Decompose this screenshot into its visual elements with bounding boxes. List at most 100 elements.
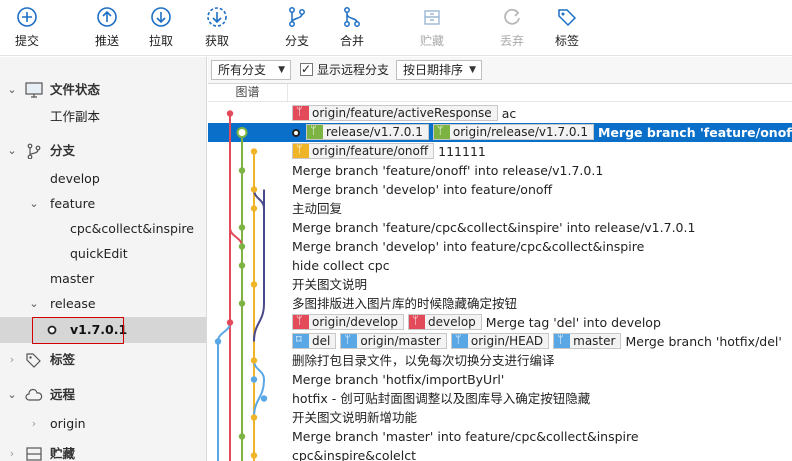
- commit-row[interactable]: hide collect cpc: [292, 256, 792, 275]
- ref-label-text: release/v1.7.0.1: [326, 125, 423, 139]
- ref-label[interactable]: origin/HEAD: [450, 333, 550, 349]
- chevron-down-icon[interactable]: ⌄: [6, 383, 18, 407]
- commit-row[interactable]: Merge branch 'feature/onoff' into releas…: [292, 161, 792, 180]
- sidebar-section-branches[interactable]: ⌄ 分支: [0, 139, 206, 163]
- ref-label[interactable]: origin/feature/activeResponse: [292, 105, 498, 121]
- chevron-down-icon[interactable]: ⌄: [28, 292, 40, 316]
- sidebar-item-develop[interactable]: develop: [0, 167, 206, 191]
- sidebar-section-file-status[interactable]: ⌄ 文件状态: [0, 78, 206, 102]
- branch-button[interactable]: 分支: [271, 6, 323, 52]
- commit-node[interactable]: [250, 376, 258, 383]
- show-remote-branches-checkbox[interactable]: 显示远程分支: [300, 60, 390, 81]
- push-button[interactable]: 推送: [81, 6, 133, 52]
- commit-row[interactable]: origin/feature/activeResponse ac: [292, 104, 792, 123]
- sort-dropdown[interactable]: 按日期排序 ▼: [396, 60, 482, 80]
- commit-button[interactable]: 提交: [1, 6, 53, 52]
- commit-row[interactable]: 多图排版进入图片库的时候隐藏确定按钮: [292, 294, 792, 313]
- sidebar-item-label: develop: [50, 171, 100, 186]
- ref-label-text: master: [573, 334, 616, 348]
- commit-row[interactable]: 开关图文说明新增功能: [292, 408, 792, 427]
- commit-node[interactable]: [260, 395, 268, 402]
- checkbox-checked-icon[interactable]: [300, 60, 313, 78]
- commit-row[interactable]: del origin/master origin/HEAD master Merge b…: [292, 332, 792, 351]
- sidebar-item-cpc-collect-inspire[interactable]: cpc&collect&inspire: [0, 217, 206, 241]
- discard-button[interactable]: 丢弃: [486, 6, 538, 52]
- chevron-down-icon[interactable]: ⌄: [6, 139, 18, 163]
- commit-node[interactable]: [238, 262, 246, 269]
- ref-label[interactable]: origin/master: [340, 333, 447, 349]
- sidebar-item-release[interactable]: ⌄ release: [0, 292, 206, 316]
- ref-label[interactable]: origin/develop: [292, 314, 404, 330]
- sidebar-section-tags[interactable]: › 标签: [0, 348, 206, 372]
- sidebar-section-stashes[interactable]: › 贮藏: [0, 442, 206, 461]
- commit-row[interactable]: Merge branch 'master' into feature/cpc&c…: [292, 427, 792, 446]
- ref-label[interactable]: del: [292, 333, 337, 349]
- sidebar-item-origin[interactable]: › origin: [0, 412, 206, 436]
- commit-row[interactable]: cpc&inspire&colelct: [292, 446, 792, 461]
- sidebar-item-quickedit[interactable]: quickEdit: [0, 242, 206, 266]
- commit-node[interactable]: [250, 281, 258, 288]
- commit-node[interactable]: [238, 243, 246, 250]
- commit-row[interactable]: origin/feature/onoff 111111: [292, 142, 792, 161]
- chevron-down-icon[interactable]: ⌄: [28, 192, 40, 216]
- sidebar-section-remotes[interactable]: ⌄ 远程: [0, 383, 206, 407]
- ref-label[interactable]: origin/release/v1.7.0.1: [432, 124, 594, 140]
- sidebar-label: 文件状态: [50, 82, 101, 97]
- commit-row[interactable]: origin/develop develop Merge tag 'del' int…: [292, 313, 792, 332]
- ref-label-text: del: [312, 334, 331, 348]
- sidebar-item-master[interactable]: master: [0, 267, 206, 291]
- commit-row[interactable]: release/v1.7.0.1 origin/release/v1.7.0.1 M…: [208, 123, 792, 142]
- stash-button[interactable]: 贮藏: [406, 6, 458, 52]
- commit-node[interactable]: [238, 224, 246, 231]
- fetch-label: 获取: [204, 34, 229, 48]
- tag-label: 标签: [554, 34, 579, 48]
- ref-label-text: origin/master: [360, 334, 441, 348]
- sort-value: 按日期排序: [403, 63, 464, 77]
- commit-node[interactable]: [250, 414, 258, 421]
- chevron-right-icon[interactable]: ›: [6, 348, 18, 372]
- ref-label[interactable]: develop: [408, 314, 482, 330]
- ref-label[interactable]: master: [553, 333, 622, 349]
- chevron-right-icon[interactable]: ›: [6, 442, 18, 461]
- sidebar-item-feature[interactable]: ⌄ feature: [0, 192, 206, 216]
- tag-button[interactable]: 标签: [541, 6, 593, 52]
- commit-node[interactable]: [226, 319, 234, 326]
- commit-node[interactable]: [250, 452, 258, 459]
- commit-row[interactable]: hotfix - 创可贴封面图调整以及图库导入确定按钮隐藏: [292, 389, 792, 408]
- chevron-right-icon[interactable]: ›: [28, 412, 40, 436]
- fetch-button[interactable]: 获取: [191, 6, 243, 52]
- commit-node[interactable]: [226, 110, 234, 117]
- discard-label: 丢弃: [499, 34, 524, 48]
- commit-row[interactable]: Merge branch 'develop' into feature/onof…: [292, 180, 792, 199]
- commit-row[interactable]: Merge branch 'feature/cpc&collect&inspir…: [292, 218, 792, 237]
- commit-row[interactable]: 删除打包目录文件，以免每次切换分支进行编译: [292, 351, 792, 370]
- commit-node[interactable]: [214, 338, 222, 345]
- sidebar-item-working-copy[interactable]: 工作副本: [0, 105, 206, 129]
- branch-icon: [293, 105, 309, 120]
- commit-node[interactable]: [238, 167, 246, 174]
- merge-button[interactable]: 合并: [326, 6, 378, 52]
- show-remote-label: 显示远程分支: [317, 63, 390, 77]
- branch-icon: [451, 333, 468, 348]
- sidebar-item-label: release: [50, 296, 96, 311]
- commit-row[interactable]: Merge branch 'hotfix/importByUrl': [292, 370, 792, 389]
- commit-node[interactable]: [250, 205, 258, 212]
- branch-filter-dropdown[interactable]: 所有分支 ▼: [211, 60, 291, 80]
- commit-node[interactable]: [250, 148, 258, 155]
- commit-node[interactable]: [236, 127, 248, 138]
- commit-row[interactable]: 主动回复: [292, 199, 792, 218]
- plus-circle-icon: [17, 7, 37, 27]
- commit-node[interactable]: [238, 300, 246, 307]
- chevron-down-icon[interactable]: ⌄: [6, 78, 18, 102]
- pull-button[interactable]: 拉取: [135, 6, 187, 52]
- commit-row[interactable]: Merge branch 'develop' into feature/cpc&…: [292, 237, 792, 256]
- tag-icon: [26, 353, 41, 368]
- ref-label[interactable]: release/v1.7.0.1: [306, 124, 429, 140]
- ref-label[interactable]: origin/feature/onoff: [292, 143, 435, 159]
- commit-node[interactable]: [238, 433, 246, 440]
- ref-label-text: origin/feature/activeResponse: [312, 106, 492, 120]
- commit-message: Merge branch 'feature/cpc&collect&inspir…: [292, 220, 696, 235]
- commit-node[interactable]: [250, 357, 258, 364]
- commit-node[interactable]: [250, 186, 258, 193]
- commit-row[interactable]: 开关图文说明: [292, 275, 792, 294]
